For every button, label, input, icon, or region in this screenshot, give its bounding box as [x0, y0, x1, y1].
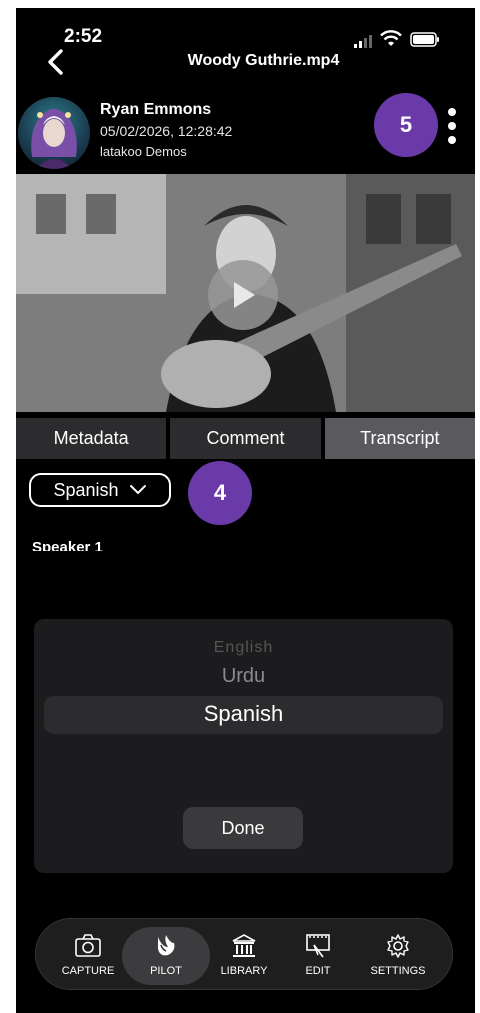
speaker-label: Speaker 1	[32, 539, 103, 551]
nav-capture[interactable]: CAPTURE	[48, 919, 128, 991]
language-dropdown-label: Spanish	[53, 479, 119, 500]
step-badge-4: 4	[188, 461, 252, 525]
nav-edit[interactable]: EDIT	[278, 919, 358, 991]
battery-icon	[410, 32, 439, 47]
gear-icon	[387, 934, 409, 958]
nav-settings[interactable]: SETTINGS	[358, 919, 438, 991]
step-badge-5: 5	[374, 93, 438, 157]
bird-icon	[158, 935, 175, 956]
nav-edit-label: EDIT	[305, 965, 331, 977]
language-dropdown[interactable]: Spanish	[29, 473, 171, 507]
bottom-tab-bar: CAPTURE PILOT LIBRARY EDIT SETTINGS	[35, 918, 453, 990]
nav-title: Woody Guthrie.mp4	[187, 52, 340, 69]
wifi-icon	[380, 30, 402, 46]
nav-capture-label: CAPTURE	[61, 965, 115, 977]
tab-comment[interactable]: Comment	[170, 418, 321, 459]
avatar[interactable]	[18, 97, 90, 169]
user-name: Ryan Emmons	[100, 101, 212, 118]
nav-pilot[interactable]: PILOT	[126, 919, 206, 991]
camera-icon	[75, 934, 101, 957]
library-icon	[232, 934, 256, 957]
tab-metadata[interactable]: Metadata	[16, 418, 167, 459]
cellular-signal-icon	[354, 35, 372, 48]
play-button[interactable]	[208, 260, 278, 330]
film-edit-icon	[306, 934, 330, 958]
nav-pilot-label: PILOT	[150, 965, 182, 977]
timestamp: 05/02/2026, 12:28:42	[100, 123, 233, 139]
chevron-down-icon	[129, 485, 146, 495]
play-icon	[234, 282, 255, 308]
organization-name: latakoo Demos	[100, 144, 187, 159]
avatar-portrait-icon	[31, 109, 77, 169]
nav-library[interactable]: LIBRARY	[204, 919, 284, 991]
picker-option-urdu[interactable]: Urdu	[34, 665, 453, 688]
more-options-icon[interactable]	[444, 106, 460, 146]
detail-tabs: Metadata Comment Transcript	[16, 418, 475, 459]
status-time: 2:52	[64, 26, 103, 47]
language-picker: English Urdu Spanish Done	[34, 619, 453, 873]
screen: 2:52 Woody Guthrie.mp4 Ryan Emmons 05/02…	[16, 8, 475, 1013]
nav-settings-label: SETTINGS	[370, 965, 426, 977]
done-button[interactable]: Done	[183, 807, 303, 849]
picker-option-english[interactable]: English	[34, 639, 453, 657]
picker-option-spanish[interactable]: Spanish	[34, 701, 453, 727]
nav-library-label: LIBRARY	[220, 965, 268, 977]
tab-transcript[interactable]: Transcript	[324, 418, 475, 459]
